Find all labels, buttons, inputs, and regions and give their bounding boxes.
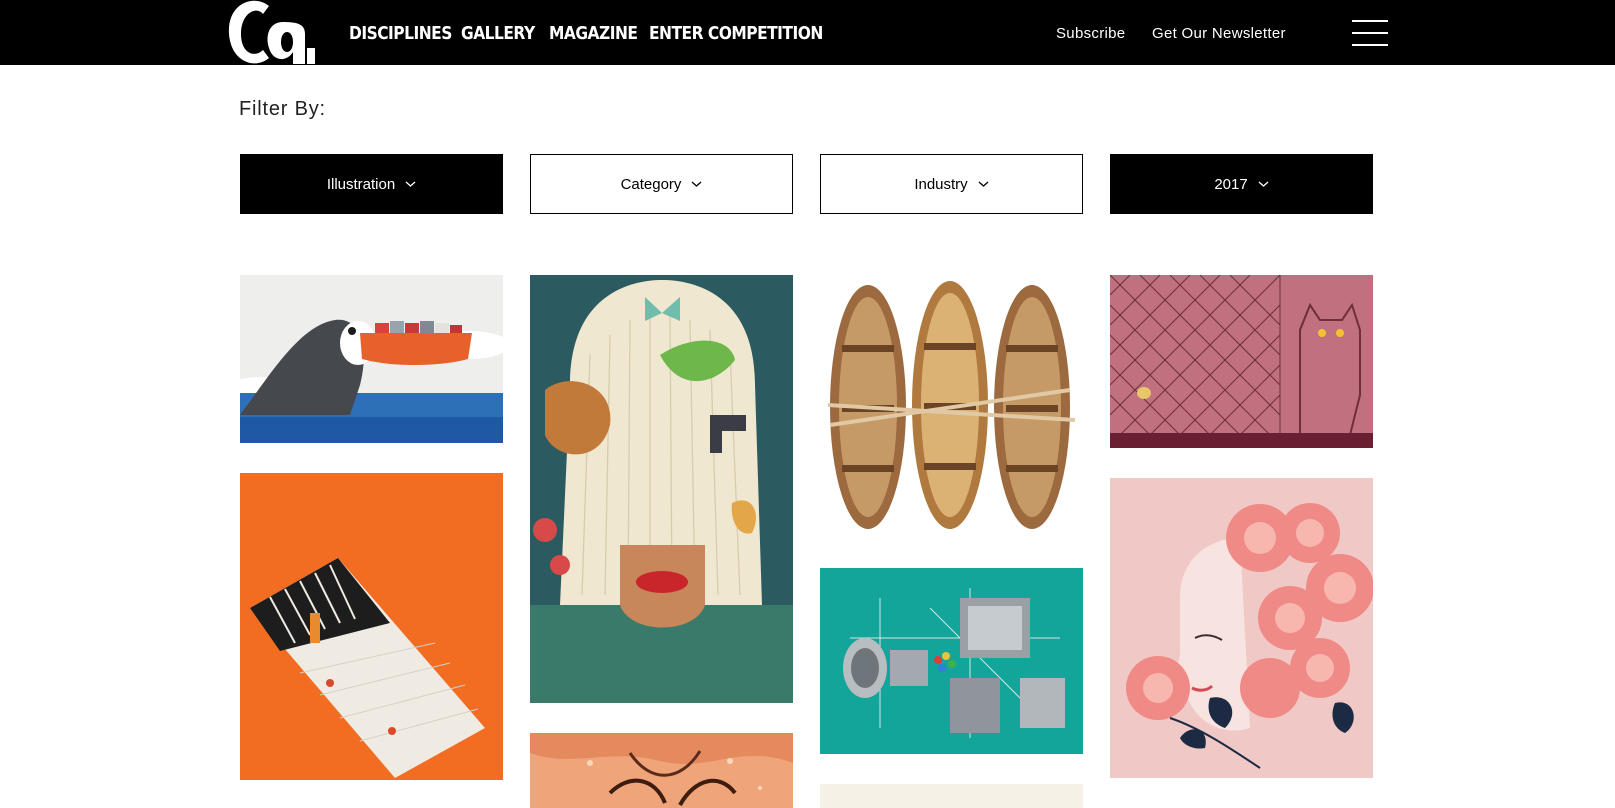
filter-by-label: Filter By: [239, 98, 326, 120]
chevron-down-icon [405, 181, 416, 187]
gallery-item-cat-fence[interactable] [1110, 275, 1373, 448]
illustration-toucan-ship [240, 275, 503, 443]
gallery-item-face-closeup[interactable] [530, 733, 793, 808]
chevron-down-icon [692, 181, 702, 187]
gallery-item-toucan-ship[interactable] [240, 275, 503, 443]
gallery-item-exploded-camera[interactable] [820, 568, 1083, 754]
illustration-rowboats [820, 275, 1083, 537]
gallery-item-prison-stairs[interactable] [240, 473, 503, 780]
ca-logo[interactable] [225, 0, 320, 65]
illustration-exploded-camera [820, 568, 1083, 754]
illustration-prison-stairs [240, 473, 503, 780]
nav-enter-competition[interactable]: ENTER COMPETITION [649, 20, 823, 48]
illustration-cat-fence [1110, 275, 1373, 448]
illustration-face-closeup [530, 733, 793, 808]
year-filter-dropdown[interactable]: 2017 [1110, 154, 1373, 214]
gallery-item-wig-portrait[interactable] [530, 275, 793, 703]
category-filter-dropdown[interactable]: Category [530, 154, 793, 214]
newsletter-link[interactable]: Get Our Newsletter [1152, 22, 1286, 46]
hamburger-menu-icon[interactable] [1352, 20, 1388, 46]
gallery-item-rowboats[interactable] [820, 275, 1083, 537]
industry-filter-dropdown[interactable]: Industry [820, 154, 1083, 214]
gallery-item-partial[interactable] [820, 784, 1083, 808]
nav-disciplines[interactable]: DISCIPLINES [349, 20, 452, 48]
nav-magazine[interactable]: MAGAZINE [549, 20, 638, 48]
illustration-rose-woman [1110, 478, 1373, 778]
subscribe-link[interactable]: Subscribe [1056, 22, 1125, 46]
gallery-item-rose-woman[interactable] [1110, 478, 1373, 778]
top-navigation-bar: DISCIPLINES GALLERY MAGAZINE ENTER COMPE… [0, 0, 1615, 65]
nav-gallery[interactable]: GALLERY [461, 20, 535, 48]
illustration-partial [820, 784, 1083, 808]
chevron-down-icon [978, 181, 989, 187]
discipline-filter-dropdown[interactable]: Illustration [240, 154, 503, 214]
category-filter-value: Category [620, 175, 682, 193]
illustration-wig-portrait [530, 275, 793, 703]
industry-filter-value: Industry [914, 175, 968, 193]
discipline-filter-value: Illustration [326, 175, 396, 193]
chevron-down-icon [1258, 181, 1269, 187]
year-filter-value: 2017 [1214, 175, 1248, 193]
